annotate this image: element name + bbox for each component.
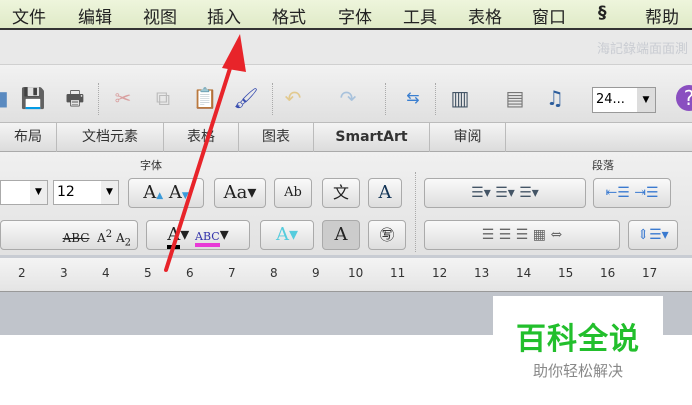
arrow-shaft: [164, 60, 234, 272]
red-arrow-annotation: [164, 34, 246, 272]
arrow-head-icon: [222, 34, 246, 72]
